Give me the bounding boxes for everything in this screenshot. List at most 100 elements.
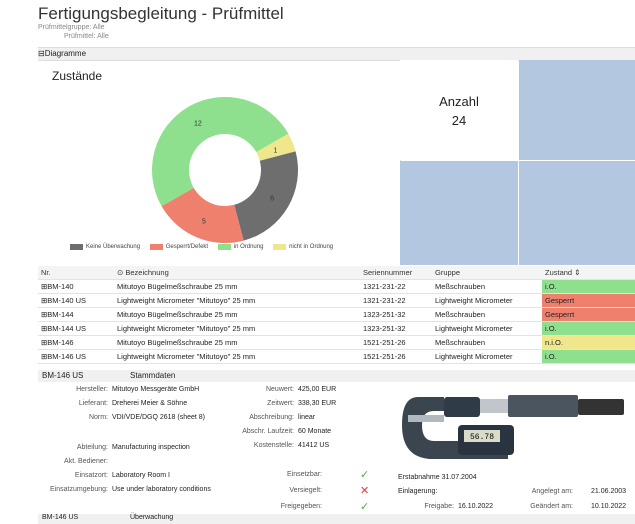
treemap-tile — [519, 161, 635, 265]
check-icon: ✓ — [360, 501, 370, 513]
status-badge: i.O. — [542, 280, 635, 293]
col-header-zustand[interactable]: Zustand ⇕ — [542, 266, 635, 280]
cell-zustand: i.O. — [542, 321, 635, 336]
table-row[interactable]: ⊞BM-140 Mitutoyo Bügelmeßschraube 25 mm 13… — [38, 279, 635, 294]
value-abteilung: Manufacturing inspection — [112, 444, 190, 451]
label-neuwert: Neuwert: — [265, 386, 294, 393]
cell-seriennummer: 1321-231-22 — [360, 279, 432, 294]
table-header-row: Nr. ⊙ Bezeichnung Seriennummer Gruppe Zu… — [38, 266, 635, 280]
label-angelegt: Angelegt am: — [531, 488, 573, 495]
value-hersteller: Mitutoyo Messgeräte GmbH — [112, 386, 200, 393]
label-freigabe: Freigabe: — [424, 503, 454, 510]
label-versiegelt: Versiegelt: — [289, 487, 322, 494]
page-title: Fertigungsbegleitung - Prüfmittel — [38, 4, 284, 23]
status-badge: i.O. — [542, 322, 635, 335]
status-badge: i.O. — [542, 350, 635, 363]
detail-record-id: BM-146 US — [42, 371, 84, 380]
cell-nr: ⊞BM-144 — [38, 307, 114, 322]
col-header-gruppe[interactable]: Gruppe — [432, 266, 542, 280]
count-value: 24 — [451, 113, 467, 128]
value-kostenstelle: 41412 US — [298, 442, 330, 449]
legend-item: Keine Überwachung — [70, 244, 140, 250]
cell-bezeichnung: Mitutoyo Bügelmeßschraube 25 mm — [114, 335, 360, 350]
label-geaendert: Geändert am: — [530, 503, 573, 510]
col-header-label: Zustand — [545, 268, 573, 277]
slice-value-label: 5 — [202, 218, 206, 225]
filter-item: Prüfmittel: Alle — [64, 33, 109, 40]
cell-bezeichnung: Lightweight Micrometer "Mitutoyo" 25 mm — [114, 349, 360, 364]
value-geaendert: 10.10.2022 — [591, 503, 627, 510]
table-row[interactable]: ⊞BM-144 US Lightweight Micrometer "Mituto… — [38, 321, 635, 336]
label-freigegeben: Freigegeben: — [280, 503, 322, 510]
label-laufzeit: Abschr. Laufzeit: — [242, 428, 294, 435]
cell-nr: ⊞BM-140 — [38, 279, 114, 294]
footer-record-id: BM-146 US — [42, 514, 79, 521]
value-erstabnahme: Erstabnahme 31.07.2004 — [398, 474, 477, 481]
cell-zustand: n.i.O. — [542, 335, 635, 350]
chart-title: Zustände — [52, 69, 103, 83]
check-icon: ✓ — [360, 469, 370, 481]
legend-swatch — [70, 244, 83, 250]
col-header-bezeichnung[interactable]: ⊙ Bezeichnung — [114, 266, 360, 280]
label-kostenstelle: Kostenstelle: — [253, 442, 294, 449]
slice-value-label: 1 — [273, 147, 277, 154]
label-lieferant: Lieferant: — [78, 400, 108, 407]
status-badge: Gesperrt — [542, 308, 635, 321]
value-neuwert: 425,00 EUR — [298, 386, 337, 393]
donut-slice[interactable] — [234, 151, 298, 241]
value-zeitwert: 338,30 EUR — [298, 400, 337, 407]
label-bediener: Akt. Bediener: — [64, 458, 108, 465]
cell-gruppe: Lightweight Micrometer — [432, 321, 542, 336]
col-header-seriennummer[interactable]: Seriennummer — [360, 266, 432, 280]
treemap-tile — [519, 60, 635, 160]
cell-bezeichnung: Lightweight Micrometer "Mitutoyo" 25 mm — [114, 293, 360, 308]
count-label: Anzahl — [439, 94, 479, 109]
cell-zustand: Gesperrt — [542, 293, 635, 308]
value-lieferant: Dreherei Meier & Söhne — [112, 400, 188, 407]
legend-label: in Ordnung — [233, 244, 264, 250]
legend-item: Gesperrt/Defekt — [149, 244, 208, 250]
table-row[interactable]: ⊞BM-146 US Lightweight Micrometer "Mituto… — [38, 349, 635, 364]
legend-swatch — [273, 244, 287, 250]
legend-item: nicht in Ordnung — [273, 244, 333, 250]
label-norm: Norm: — [88, 414, 108, 421]
sort-icon[interactable]: ⇕ — [574, 268, 580, 277]
table-row[interactable]: ⊞BM-140 US Lightweight Micrometer "Mituto… — [38, 293, 635, 308]
cell-seriennummer: 1521-251-26 — [360, 335, 432, 350]
tab-stammdaten[interactable]: Stammdaten — [130, 370, 175, 382]
chart-legend: Keine Überwachung Gesperrt/Defekt in Ord… — [70, 244, 341, 252]
cell-seriennummer: 1323-251-32 — [360, 307, 432, 322]
tab-ueberwachung[interactable]: Überwachung — [130, 514, 173, 521]
label-hersteller: Hersteller: — [76, 386, 108, 393]
label-einlagerung: Einlagerung: — [398, 488, 438, 495]
value-einsatzumgebung: Use under laboratory conditions — [112, 486, 211, 493]
legend-label: nicht in Ordnung — [289, 244, 334, 250]
cell-seriennummer: 1323-251-32 — [360, 321, 432, 336]
device-table: Nr. ⊙ Bezeichnung Seriennummer Gruppe Zu… — [38, 266, 635, 364]
legend-swatch — [217, 244, 231, 250]
label-einsatzumgebung: Einsatzumgebung: — [50, 486, 108, 493]
label-einsatzort: Einsatzort: — [74, 472, 108, 479]
legend-item: in Ordnung — [217, 244, 264, 250]
cell-nr: ⊞BM-144 US — [38, 321, 114, 336]
cell-nr: ⊞BM-140 US — [38, 293, 114, 308]
filter-group: Prüfmittelgruppe: Alle — [38, 24, 105, 31]
status-donut-chart: 12 1 6 5 — [152, 96, 298, 243]
diagram-section-header[interactable]: ⊟Diagramme — [38, 47, 635, 61]
cell-gruppe: Meßschrauben — [432, 335, 542, 350]
cell-zustand: i.O. — [542, 349, 635, 364]
cell-seriennummer: 1321-231-22 — [360, 293, 432, 308]
treemap-tile — [400, 161, 518, 265]
detail-header: BM-146 US Stammdaten — [38, 370, 635, 382]
table-row[interactable]: ⊞BM-144 Mitutoyo Bügelmeßschraube 25 mm 13… — [38, 307, 635, 322]
label-abteilung: Abteilung: — [76, 444, 108, 451]
col-header-nr[interactable]: Nr. — [38, 266, 114, 280]
cell-gruppe: Meßschrauben — [432, 307, 542, 322]
cell-gruppe: Meßschrauben — [432, 279, 542, 294]
footer-tab-bar: BM-146 US Überwachung — [38, 514, 635, 524]
cell-nr: ⊞BM-146 US — [38, 349, 114, 364]
table-row[interactable]: ⊞BM-146 Mitutoyo Bügelmeßschraube 25 mm 15… — [38, 335, 635, 350]
value-angelegt: 21.06.2003 — [591, 488, 627, 495]
col-header-label: Bezeichnung — [125, 268, 169, 277]
status-badge: n.i.O. — [542, 336, 635, 349]
